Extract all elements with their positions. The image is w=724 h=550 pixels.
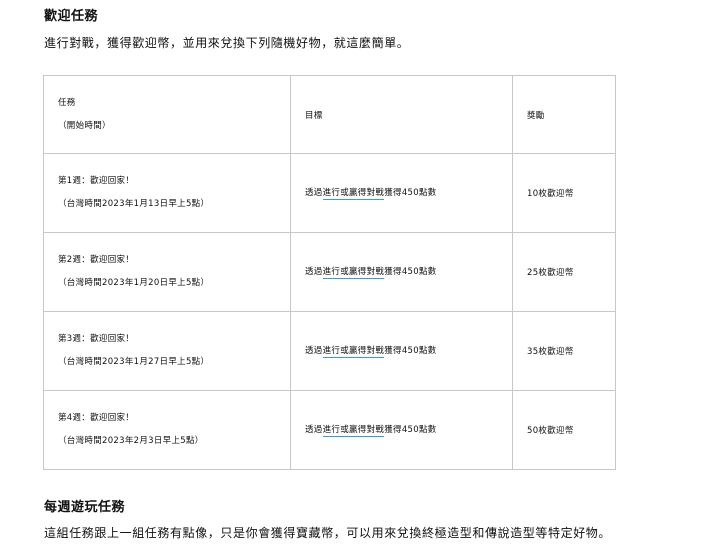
- objective-prefix: 透過: [305, 424, 323, 435]
- header-objective: 目標: [290, 75, 513, 154]
- objective-suffix: 獲得450點數: [384, 424, 437, 435]
- header-reward: 獎勵: [512, 75, 616, 154]
- task-cell: 第1週：歡迎回家！ （台灣時間2023年1月13日早上5點）: [43, 153, 291, 233]
- task-week: 第2週：歡迎回家！: [58, 255, 135, 265]
- header-task-sublabel: （開始時間）: [58, 120, 111, 131]
- header-task-label: 任務: [58, 97, 76, 108]
- objective-cell: 透過進行或贏得對戰獲得450點數: [290, 390, 513, 470]
- table-row: 第3週：歡迎回家！ （台灣時間2023年1月27日早上5點） 透過進行或贏得對戰…: [43, 311, 616, 391]
- reward-cell: 35枚歡迎幣: [512, 311, 616, 391]
- task-start-time: （台灣時間2023年1月13日早上5點）: [58, 199, 210, 209]
- task-start-time: （台灣時間2023年2月3日早上5點）: [58, 436, 204, 446]
- task-start-time: （台灣時間2023年1月20日早上5點）: [58, 278, 210, 288]
- table-header-row: 任務 （開始時間） 目標 獎勵: [43, 75, 616, 154]
- objective-link[interactable]: 進行或贏得對戰: [322, 345, 385, 358]
- objective-suffix: 獲得450點數: [384, 345, 437, 356]
- welcome-intro-text: 進行對戰，獲得歡迎幣，並用來兌換下列隨機好物，就這麼簡單。: [44, 36, 410, 50]
- objective-cell: 透過進行或贏得對戰獲得450點數: [290, 232, 513, 312]
- reward-cell: 50枚歡迎幣: [512, 390, 616, 470]
- task-week: 第4週：歡迎回家！: [58, 413, 135, 423]
- weekly-intro-text: 這組任務跟上一組任務有點像，只是你會獲得寶藏幣，可以用來兌換終極造型和傳說造型等…: [44, 526, 612, 540]
- reward-cell: 10枚歡迎幣: [512, 153, 616, 233]
- reward-cell: 25枚歡迎幣: [512, 232, 616, 312]
- objective-cell: 透過進行或贏得對戰獲得450點數: [290, 153, 513, 233]
- objective-link[interactable]: 進行或贏得對戰: [322, 266, 385, 279]
- task-cell: 第4週：歡迎回家！ （台灣時間2023年2月3日早上5點）: [43, 390, 291, 470]
- objective-link[interactable]: 進行或贏得對戰: [322, 424, 385, 437]
- task-week: 第3週：歡迎回家！: [58, 334, 135, 344]
- task-week: 第1週：歡迎回家！: [58, 176, 135, 186]
- weekly-section-title: 每週遊玩任務: [44, 500, 126, 515]
- welcome-missions-table: 任務 （開始時間） 目標 獎勵 第1週：歡迎回家！ （台灣時間2023年1月13…: [43, 75, 616, 470]
- welcome-section-title: 歡迎任務: [44, 9, 99, 24]
- objective-suffix: 獲得450點數: [384, 266, 437, 277]
- objective-suffix: 獲得450點數: [384, 187, 437, 198]
- objective-prefix: 透過: [305, 266, 323, 277]
- task-start-time: （台灣時間2023年1月27日早上5點）: [58, 357, 210, 367]
- objective-prefix: 透過: [305, 187, 323, 198]
- task-cell: 第3週：歡迎回家！ （台灣時間2023年1月27日早上5點）: [43, 311, 291, 391]
- objective-cell: 透過進行或贏得對戰獲得450點數: [290, 311, 513, 391]
- table-row: 第1週：歡迎回家！ （台灣時間2023年1月13日早上5點） 透過進行或贏得對戰…: [43, 153, 616, 233]
- header-task: 任務 （開始時間）: [43, 75, 291, 154]
- table-row: 第2週：歡迎回家！ （台灣時間2023年1月20日早上5點） 透過進行或贏得對戰…: [43, 232, 616, 312]
- task-cell: 第2週：歡迎回家！ （台灣時間2023年1月20日早上5點）: [43, 232, 291, 312]
- objective-prefix: 透過: [305, 345, 323, 356]
- objective-link[interactable]: 進行或贏得對戰: [322, 187, 385, 200]
- table-row: 第4週：歡迎回家！ （台灣時間2023年2月3日早上5點） 透過進行或贏得對戰獲…: [43, 390, 616, 470]
